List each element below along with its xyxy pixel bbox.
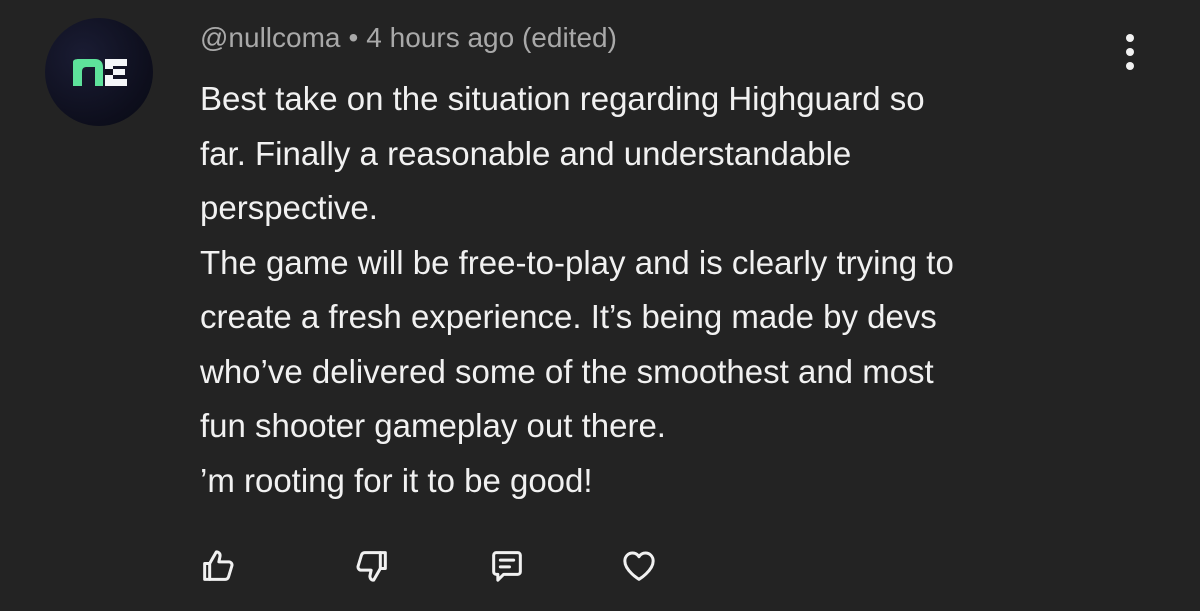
more-options-button[interactable] [1116,30,1144,74]
reply-button[interactable] [487,546,527,586]
avatar[interactable] [45,18,153,126]
dislike-button[interactable] [352,546,392,586]
comment-text: Best take on the situation regarding Hig… [200,72,1140,508]
comment-actions [0,546,1200,590]
like-button[interactable] [198,546,238,586]
comment-timestamp[interactable]: 4 hours ago [366,22,514,53]
comment-line: perspective. [200,189,378,226]
comment-line: The game will be free-to-play and is cle… [200,243,954,281]
comment-line: far. Finally a reasonable and understand… [200,134,852,172]
nc-logo-icon [73,59,127,86]
thumbs-down-icon [356,551,387,582]
comment-line: who’ve delivered some of the smoothest a… [200,352,934,390]
author-handle[interactable]: @nullcoma [200,22,340,53]
meta-separator: • [348,22,359,53]
edited-label: (edited) [521,22,617,53]
thumbs-up-icon [203,550,234,581]
comment-line: ’m rooting for it to be good! [200,461,593,499]
comment-line: fun shooter gameplay out there. [200,407,666,444]
reply-icon [492,551,522,582]
comment-line: create a fresh experience. It’s being ma… [200,298,937,335]
comment-line: Best take on the situation regarding Hig… [200,80,925,117]
comment-meta: @nullcoma • 4 hours ago (edited) [200,22,617,54]
heart-icon [623,551,655,581]
heart-button[interactable] [619,546,659,586]
